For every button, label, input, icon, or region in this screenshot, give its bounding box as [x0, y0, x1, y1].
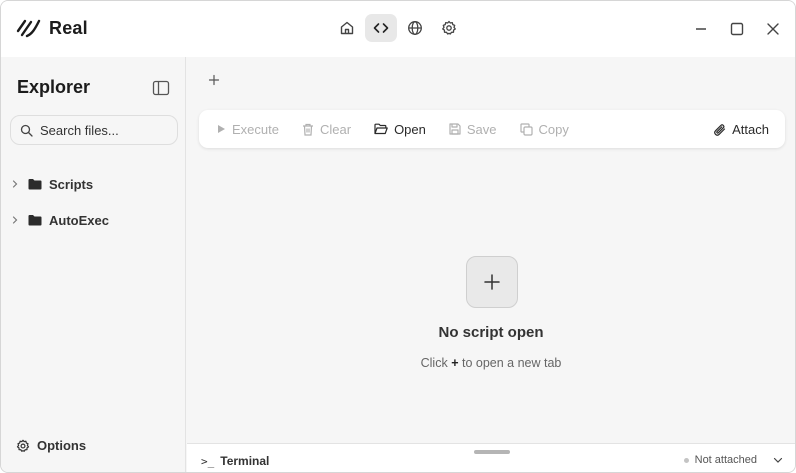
- copy-label: Copy: [538, 121, 569, 137]
- tree-item-label: AutoExec: [49, 212, 109, 228]
- nav-home-button[interactable]: [331, 14, 363, 42]
- search-input[interactable]: [40, 122, 170, 138]
- sidebar-title: Explorer: [17, 77, 91, 97]
- add-tab-icon[interactable]: [207, 73, 221, 87]
- search-icon: [20, 124, 33, 137]
- nav-browser-button[interactable]: [399, 14, 431, 42]
- status-text: Not attached: [694, 454, 757, 466]
- chevron-right-icon[interactable]: [11, 180, 21, 188]
- code-icon: [373, 23, 389, 33]
- tree-item-autoexec[interactable]: AutoExec: [11, 209, 109, 231]
- sidebar-toggle-icon[interactable]: [152, 80, 170, 96]
- folder-open-icon: [374, 123, 388, 135]
- empty-state-title: No script open: [438, 324, 544, 341]
- terminal-label: Terminal: [220, 454, 270, 468]
- save-label: Save: [466, 121, 497, 137]
- chevron-down-icon[interactable]: [773, 455, 783, 465]
- top-nav: [331, 14, 465, 42]
- editor-area: Execute Clear Open Save Copy Attach No s…: [187, 57, 795, 443]
- chevron-right-icon[interactable]: [11, 216, 21, 224]
- globe-icon: [408, 21, 422, 35]
- play-icon: [218, 125, 225, 133]
- app-window: Real Explorer Search files... Scripts Au…: [0, 0, 796, 473]
- status-dot: [683, 457, 689, 463]
- settings-icon: [442, 20, 456, 35]
- empty-hint-suffix: to open a new tab: [461, 356, 562, 370]
- tree-item-scripts[interactable]: Scripts: [11, 173, 93, 195]
- editor-toolbar: Execute Clear Open Save Copy Attach: [199, 110, 785, 148]
- search-box[interactable]: [10, 115, 178, 145]
- attach-label: Attach: [732, 121, 769, 137]
- close-icon: [767, 23, 779, 35]
- copy-icon: [519, 122, 533, 136]
- nav-editor-button[interactable]: [365, 14, 397, 42]
- maximize-button[interactable]: [721, 13, 753, 45]
- close-button[interactable]: [757, 13, 789, 45]
- execute-label: Execute: [232, 121, 279, 137]
- window-controls: [685, 13, 789, 45]
- copy-button[interactable]: Copy: [519, 121, 569, 137]
- save-button[interactable]: Save: [449, 122, 497, 137]
- maximize-icon: [730, 22, 744, 36]
- terminal-toggle[interactable]: >_ Terminal: [201, 454, 269, 468]
- app-name: Real: [49, 17, 88, 38]
- minimize-button[interactable]: [685, 13, 717, 45]
- tree-item-label: Scripts: [49, 176, 94, 192]
- trash-icon: [302, 123, 313, 136]
- clear-label: Clear: [319, 121, 352, 137]
- paperclip-icon: [714, 123, 726, 136]
- nav-settings-button[interactable]: [433, 14, 465, 42]
- plus-icon: [484, 274, 500, 290]
- open-label: Open: [394, 121, 426, 137]
- home-icon: [340, 21, 354, 35]
- folder-icon: [28, 179, 42, 190]
- terminal-bar[interactable]: >_ Terminal Not attached: [187, 443, 795, 472]
- empty-hint-prefix: Click: [420, 356, 448, 370]
- attach-button[interactable]: Attach: [713, 122, 769, 137]
- app-logo-icon: [16, 19, 41, 38]
- options-label: Options: [37, 438, 87, 453]
- sidebar: Explorer Scripts: [1, 57, 186, 472]
- attach-status: Not attached: [683, 454, 783, 466]
- open-button[interactable]: Open: [374, 122, 426, 137]
- terminal-icon: >_: [201, 454, 215, 468]
- minimize-icon: [696, 28, 706, 30]
- folder-icon: [28, 215, 42, 226]
- save-icon: [449, 123, 461, 135]
- clear-button[interactable]: Clear: [302, 122, 351, 137]
- options-button[interactable]: Options: [16, 438, 86, 453]
- brand: Real: [16, 17, 88, 39]
- new-script-button[interactable]: [466, 256, 518, 308]
- empty-state-hint: Click + to open a new tab: [187, 356, 795, 370]
- terminal-resize-handle[interactable]: [474, 450, 510, 454]
- execute-button[interactable]: Execute: [216, 122, 279, 137]
- title-bar: Real: [1, 1, 795, 57]
- settings-icon: [16, 439, 30, 452]
- empty-hint-key: +: [451, 356, 459, 370]
